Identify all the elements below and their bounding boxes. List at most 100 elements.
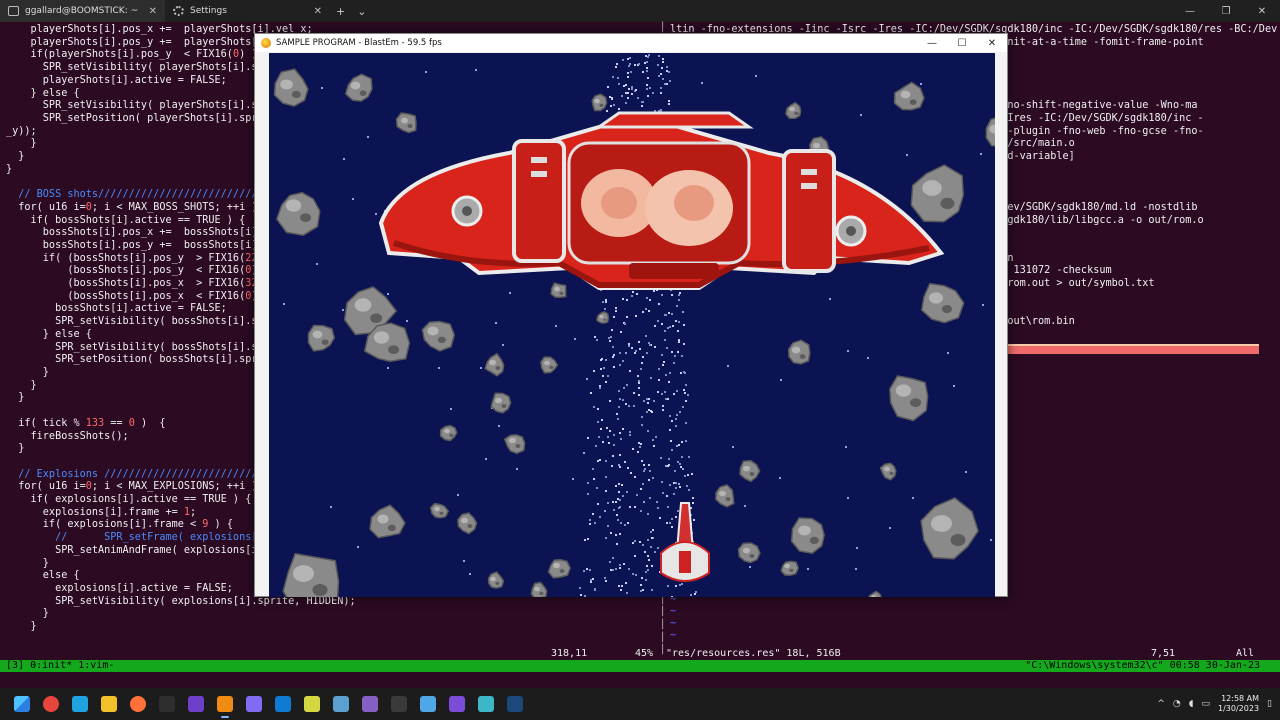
volume-icon[interactable]: ◖ <box>1189 699 1194 709</box>
game-viewport[interactable] <box>269 53 995 597</box>
stream-particle <box>610 532 612 534</box>
star <box>357 546 359 548</box>
stream-particle <box>589 519 591 521</box>
emulator-maximize-button[interactable]: ☐ <box>947 38 977 49</box>
gear-icon <box>173 6 184 16</box>
maximize-icon[interactable]: ❐ <box>1208 6 1244 17</box>
taskbar-app-inkscape[interactable] <box>297 688 326 720</box>
stream-particle <box>650 531 652 533</box>
taskbar-app-firefox[interactable] <box>123 688 152 720</box>
emulator-window[interactable]: SAMPLE PROGRAM - BlastEm - 59.5 fps — ☐ … <box>254 33 1008 597</box>
stream-particle <box>653 400 655 402</box>
stream-particle <box>612 557 614 559</box>
close-tab-icon[interactable]: ✕ <box>314 6 322 17</box>
tmux-windows[interactable]: [3] 0:init* 1:vim- <box>6 660 114 672</box>
stream-particle <box>615 501 617 503</box>
stream-particle <box>593 370 595 372</box>
stream-particle <box>648 409 650 411</box>
stream-particle <box>586 568 588 570</box>
stream-particle <box>616 543 618 545</box>
stream-particle <box>679 486 681 488</box>
taskbar-app-cmd[interactable] <box>384 688 413 720</box>
taskbar-app-terminal[interactable] <box>152 688 181 720</box>
battery-icon[interactable]: ▭ <box>1202 699 1211 709</box>
stream-particle <box>645 308 647 310</box>
taskbar-app-github-desktop[interactable] <box>181 688 210 720</box>
minimize-icon[interactable]: — <box>1172 6 1208 17</box>
taskbar-app-file-explorer[interactable] <box>94 688 123 720</box>
stream-particle <box>642 483 644 485</box>
taskbar-app-vscode[interactable] <box>268 688 297 720</box>
star <box>889 527 891 529</box>
steam-icon <box>506 696 523 712</box>
star <box>912 497 914 499</box>
stream-particle <box>668 103 670 105</box>
stream-particle <box>615 485 617 487</box>
stream-particle <box>672 325 674 327</box>
stream-particle <box>662 405 664 407</box>
stream-particle <box>652 477 654 479</box>
stream-particle <box>608 442 610 444</box>
stream-particle <box>648 398 650 400</box>
close-tab-icon[interactable]: ✕ <box>149 6 157 17</box>
chevron-up-icon[interactable]: ^ <box>1157 699 1165 709</box>
star <box>502 344 504 346</box>
stream-particle <box>688 456 690 458</box>
taskbar-app-edge[interactable] <box>65 688 94 720</box>
taskbar-app-media[interactable] <box>442 688 471 720</box>
stream-particle <box>613 444 615 446</box>
emulator-close-button[interactable]: ✕ <box>977 38 1007 49</box>
stream-particle <box>613 354 615 356</box>
stream-particle <box>675 425 677 427</box>
taskbar-app-visual-studio[interactable] <box>355 688 384 720</box>
star <box>856 547 858 549</box>
emulator-titlebar[interactable]: SAMPLE PROGRAM - BlastEm - 59.5 fps — ☐ … <box>255 34 1007 52</box>
stream-particle <box>651 537 653 539</box>
star <box>480 367 482 369</box>
stream-particle <box>623 563 625 565</box>
new-tab-button[interactable]: + <box>330 5 351 18</box>
stream-particle <box>632 291 634 293</box>
stream-particle <box>638 394 640 396</box>
tab-settings[interactable]: Settings ✕ <box>165 0 330 22</box>
taskbar-app-notepad[interactable] <box>413 688 442 720</box>
stream-particle <box>667 398 669 400</box>
tab-dropdown-button[interactable]: ⌄ <box>351 5 372 18</box>
stream-particle <box>683 389 685 391</box>
stream-particle <box>625 84 627 86</box>
taskbar-app-windows-start[interactable] <box>7 688 36 720</box>
stream-particle <box>619 564 621 566</box>
github-desktop-icon <box>187 696 204 712</box>
notification-icon[interactable]: ▯ <box>1267 699 1272 709</box>
stream-particle <box>589 523 591 525</box>
tab-terminal[interactable]: ggallard@BOOMSTICK: ~ ✕ <box>0 0 165 22</box>
stream-particle <box>627 76 629 78</box>
stream-particle <box>637 97 639 99</box>
stream-particle <box>621 484 623 486</box>
stream-particle <box>605 301 607 303</box>
taskbar-app-blastem[interactable] <box>210 688 239 720</box>
emulator-minimize-button[interactable]: — <box>917 38 947 49</box>
star <box>625 352 627 354</box>
stream-particle <box>682 406 684 408</box>
stream-particle <box>597 460 599 462</box>
stream-particle <box>646 398 648 400</box>
stream-particle <box>667 585 669 587</box>
taskbar-app-steam[interactable] <box>500 688 529 720</box>
star <box>555 325 557 327</box>
stream-particle <box>669 522 671 524</box>
stream-particle <box>613 104 615 106</box>
stream-particle <box>583 570 585 572</box>
stream-particle <box>615 307 617 309</box>
clock[interactable]: 12:58 AM 1/30/2023 <box>1218 694 1259 714</box>
stream-particle <box>656 501 658 503</box>
stream-particle <box>649 299 651 301</box>
taskbar-app-kotlin[interactable] <box>239 688 268 720</box>
wifi-icon[interactable]: ◔ <box>1173 699 1181 709</box>
taskbar-app-xml-tool[interactable] <box>326 688 355 720</box>
file-explorer-icon <box>100 696 117 712</box>
taskbar-app-network-tool[interactable] <box>471 688 500 720</box>
close-icon[interactable]: ✕ <box>1244 6 1280 17</box>
taskbar-app-chrome[interactable] <box>36 688 65 720</box>
window-controls: — ❐ ✕ <box>1172 6 1280 17</box>
